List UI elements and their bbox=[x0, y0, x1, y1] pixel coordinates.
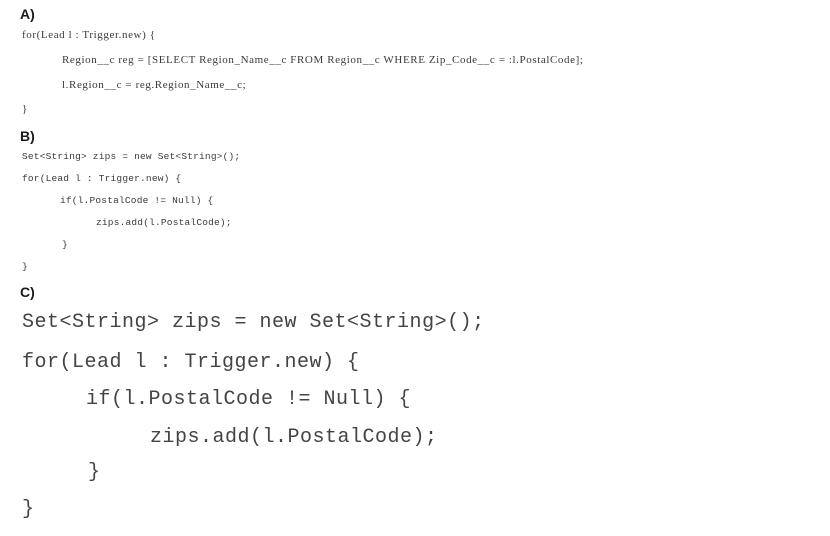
option-c-code-line: zips.add(l.PostalCode); bbox=[150, 426, 438, 449]
option-c-code-line: } bbox=[22, 498, 35, 521]
option-c-label: C) bbox=[20, 284, 35, 300]
option-b-code-line: for(Lead l : Trigger.new) { bbox=[22, 173, 182, 184]
option-a-code-line: l.Region__c = reg.Region_Name__c; bbox=[62, 79, 247, 91]
option-b-code-line: } bbox=[62, 239, 68, 250]
option-a-code-line: Region__c reg = [SELECT Region_Name__c F… bbox=[62, 54, 584, 66]
option-c-code-line: for(Lead l : Trigger.new) { bbox=[22, 351, 360, 374]
option-b-label: B) bbox=[20, 128, 35, 144]
option-b-code-line: } bbox=[22, 261, 28, 272]
option-c-code-line: Set<String> zips = new Set<String>(); bbox=[22, 311, 485, 334]
option-a-code-line: for(Lead l : Trigger.new) { bbox=[22, 29, 156, 41]
option-b-code-line: Set<String> zips = new Set<String>(); bbox=[22, 151, 241, 162]
option-a-label: A) bbox=[20, 6, 35, 22]
option-c-code-line: } bbox=[88, 461, 101, 484]
option-b-code-line: if(l.PostalCode != Null) { bbox=[60, 195, 214, 206]
option-a-code-line: } bbox=[22, 103, 28, 115]
option-c-code-line: if(l.PostalCode != Null) { bbox=[86, 388, 412, 411]
option-b-code-line: zips.add(l.PostalCode); bbox=[96, 217, 232, 228]
